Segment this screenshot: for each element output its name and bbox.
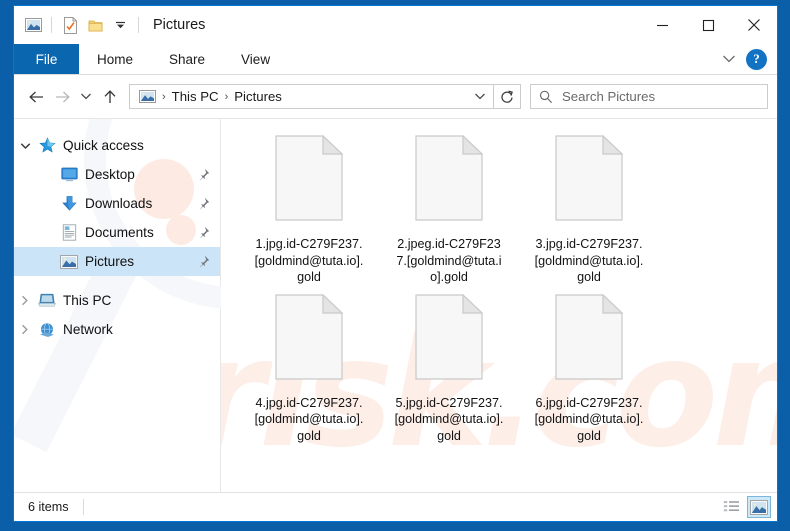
sidebar-item-label: Desktop: [85, 167, 135, 182]
explorer-body: Quick access Desktop Downloads Documents…: [14, 118, 777, 492]
help-button[interactable]: ?: [746, 48, 767, 70]
tab-file[interactable]: File: [14, 44, 79, 74]
search-icon: [539, 90, 553, 104]
tab-view[interactable]: View: [223, 44, 288, 74]
file-item[interactable]: 6.jpg.id-C279F237.[goldmind@tuta.io].gol…: [519, 292, 659, 445]
blank-file-icon: [275, 293, 344, 385]
sidebar-item-label: This PC: [63, 293, 112, 308]
chevron-down-icon[interactable]: [14, 142, 36, 150]
title-bar: Pictures: [14, 6, 777, 44]
sidebar-item-desktop[interactable]: Desktop: [14, 160, 220, 189]
address-dropdown-chevron-icon[interactable]: [469, 92, 491, 101]
file-name-label: 3.jpg.id-C279F237.[goldmind@tuta.io].gol…: [534, 237, 644, 284]
blank-file-icon: [275, 134, 344, 226]
title-divider: [138, 17, 139, 33]
blank-file-icon: [555, 293, 624, 385]
tab-share[interactable]: Share: [151, 44, 223, 74]
sidebar-item-label: Documents: [85, 225, 154, 240]
file-name-label: 2.jpeg.id-C279F237.[goldmind@tuta.io].go…: [396, 237, 502, 284]
minimize-button[interactable]: [639, 6, 685, 44]
sidebar-item-label: Network: [63, 322, 113, 337]
close-button[interactable]: [731, 6, 777, 44]
ribbon-right-controls: ?: [718, 44, 777, 74]
blank-file-icon: [555, 134, 624, 226]
file-name-label: 1.jpg.id-C279F237.[goldmind@tuta.io].gol…: [254, 237, 364, 284]
pin-icon[interactable]: [194, 255, 212, 269]
file-list-pane[interactable]: risk.com 1.jpg.id-C279F237.[goldmind@tut…: [221, 119, 777, 492]
sidebar-item-this-pc[interactable]: This PC: [14, 286, 220, 315]
chevron-right-icon[interactable]: [14, 295, 36, 306]
sidebar-item-network[interactable]: Network: [14, 315, 220, 344]
address-bar[interactable]: › This PC › Pictures: [129, 84, 494, 109]
star-icon: [36, 137, 58, 154]
network-icon: [36, 322, 58, 338]
navigation-bar: › This PC › Pictures: [14, 75, 777, 118]
file-item[interactable]: 2.jpeg.id-C279F237.[goldmind@tuta.io].go…: [379, 133, 519, 286]
file-item[interactable]: 4.jpg.id-C279F237.[goldmind@tuta.io].gol…: [239, 292, 379, 445]
customize-dropdown-icon[interactable]: [109, 14, 131, 36]
this-pc-icon: [36, 293, 58, 308]
back-button[interactable]: [23, 84, 49, 110]
breadcrumb-item-this-pc[interactable]: This PC: [169, 89, 222, 104]
file-item[interactable]: 5.jpg.id-C279F237.[goldmind@tuta.io].gol…: [379, 292, 519, 445]
file-name-label: 5.jpg.id-C279F237.[goldmind@tuta.io].gol…: [394, 395, 504, 443]
maximize-button[interactable]: [685, 6, 731, 44]
pictures-icon: [58, 254, 80, 269]
breadcrumb-separator: ›: [162, 90, 166, 103]
status-divider: [82, 499, 84, 515]
pin-icon[interactable]: [194, 168, 212, 182]
pictures-library-icon[interactable]: [22, 14, 44, 36]
large-icons-view-button[interactable]: [747, 496, 771, 518]
new-folder-icon[interactable]: [84, 14, 106, 36]
breadcrumb-item-pictures[interactable]: Pictures: [231, 89, 285, 104]
view-toggle-group: [719, 496, 771, 518]
tab-home[interactable]: Home: [79, 44, 151, 74]
window-title: Pictures: [153, 17, 206, 33]
file-name-label: 6.jpg.id-C279F237.[goldmind@tuta.io].gol…: [534, 395, 644, 443]
sidebar-item-label: Quick access: [63, 138, 144, 153]
file-name-label: 4.jpg.id-C279F237.[goldmind@tuta.io].gol…: [254, 395, 364, 443]
quick-access-toolbar: [14, 14, 143, 36]
downloads-icon: [58, 195, 80, 212]
sidebar-item-quick-access[interactable]: Quick access: [14, 131, 220, 160]
pin-icon[interactable]: [194, 197, 212, 211]
file-grid: 1.jpg.id-C279F237.[goldmind@tuta.io].gol…: [239, 133, 777, 450]
chevron-right-icon[interactable]: [14, 324, 36, 335]
search-input[interactable]: [562, 89, 742, 104]
recent-locations-chevron-icon[interactable]: [75, 84, 97, 110]
breadcrumb-root-icon[interactable]: [136, 90, 159, 103]
forward-button[interactable]: [49, 84, 75, 110]
sidebar-item-label: Pictures: [85, 254, 135, 269]
toolbar-divider: [51, 17, 52, 33]
pin-icon[interactable]: [194, 226, 212, 240]
refresh-button[interactable]: [494, 84, 521, 109]
desktop-icon: [58, 167, 80, 182]
expand-ribbon-chevron-icon[interactable]: [718, 48, 740, 70]
search-box[interactable]: [530, 84, 768, 109]
explorer-window: Pictures File Home Share View ? › This P…: [13, 5, 778, 522]
sidebar-item-label: Downloads: [85, 196, 153, 211]
sidebar-item-documents[interactable]: Documents: [14, 218, 220, 247]
properties-icon[interactable]: [59, 14, 81, 36]
item-count-label: 6 items: [28, 500, 69, 514]
status-bar: 6 items: [14, 492, 777, 521]
window-controls: [639, 6, 777, 44]
details-view-button[interactable]: [719, 496, 743, 518]
sidebar-item-pictures[interactable]: Pictures: [14, 247, 220, 276]
blank-file-icon: [415, 293, 484, 385]
file-item[interactable]: 1.jpg.id-C279F237.[goldmind@tuta.io].gol…: [239, 133, 379, 286]
sidebar-item-downloads[interactable]: Downloads: [14, 189, 220, 218]
ribbon-tab-bar: File Home Share View ?: [14, 44, 777, 75]
up-button[interactable]: [97, 84, 123, 110]
file-item[interactable]: 3.jpg.id-C279F237.[goldmind@tuta.io].gol…: [519, 133, 659, 286]
documents-icon: [58, 224, 80, 241]
blank-file-icon: [415, 134, 484, 226]
navigation-pane: Quick access Desktop Downloads Documents…: [14, 119, 221, 492]
breadcrumb-separator: ›: [224, 90, 229, 103]
